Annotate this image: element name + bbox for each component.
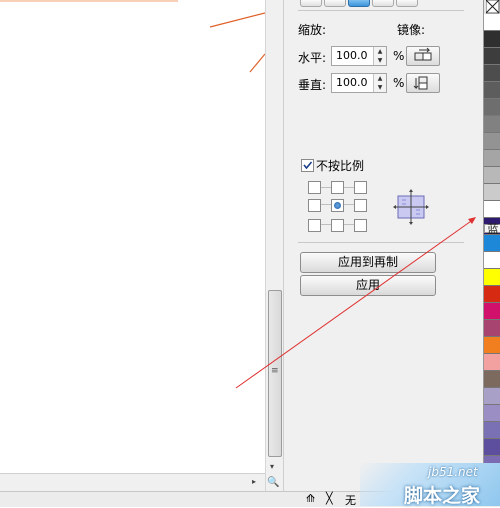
close-x-icon[interactable]: ╳: [326, 492, 333, 505]
anchor-selected-icon: [334, 202, 341, 209]
anchor-middle-left[interactable]: [308, 199, 321, 212]
watermark-site: jb51.net: [428, 465, 478, 479]
palette-swatch[interactable]: [484, 388, 500, 405]
transform-mode-position-button[interactable]: [300, 0, 322, 7]
horizontal-spin-arrows-icon[interactable]: ▲ ▼: [373, 47, 386, 65]
palette-swatch[interactable]: [484, 269, 500, 286]
palette-swatch[interactable]: [484, 14, 500, 31]
palette-swatch[interactable]: [484, 184, 500, 201]
anchor-top-right[interactable]: [354, 181, 367, 194]
zoom-icon[interactable]: 🔍: [267, 477, 279, 488]
watermark-name: 脚本之家: [404, 485, 481, 507]
color-palette[interactable]: 蓝: [483, 0, 500, 491]
transform-mode-rotate-button[interactable]: [324, 0, 346, 7]
palette-tooltip: 蓝: [487, 222, 500, 236]
palette-swatch[interactable]: [484, 116, 500, 133]
anchor-bottom-right[interactable]: [354, 219, 367, 232]
palette-swatch[interactable]: [484, 422, 500, 439]
scale-preview-icon: [393, 189, 429, 225]
anchor-top-center[interactable]: [331, 181, 344, 194]
canvas-shape-line-2: [249, 53, 265, 73]
cursor-arrow-icon: ⟰: [306, 492, 316, 505]
top-separator: [298, 10, 464, 11]
transform-mode-skew-button[interactable]: [396, 0, 418, 7]
no-color-icon[interactable]: [486, 0, 500, 14]
buttons-separator: [298, 242, 464, 243]
palette-swatch[interactable]: [484, 65, 500, 82]
palette-swatch[interactable]: [484, 235, 500, 252]
palette-swatch[interactable]: [484, 303, 500, 320]
palette-swatch[interactable]: [484, 252, 500, 269]
palette-swatch[interactable]: [484, 286, 500, 303]
vertical-spin-arrows-icon[interactable]: ▲ ▼: [373, 74, 386, 92]
palette-swatch[interactable]: [484, 31, 500, 48]
anchor-top-left[interactable]: [308, 181, 321, 194]
mirror-label: 镜像:: [397, 23, 426, 37]
watermark: jb51.net 脚本之家: [360, 463, 500, 507]
palette-swatch[interactable]: [484, 320, 500, 337]
palette-swatch[interactable]: [484, 82, 500, 99]
vertical-label: 垂直:: [298, 78, 327, 92]
canvas-shape-line-1: [209, 12, 265, 28]
checkmark-icon: [303, 161, 313, 170]
scroll-down-arrow-icon[interactable]: ▾: [270, 462, 274, 471]
vertical-percent: %: [393, 76, 405, 90]
palette-swatch[interactable]: [484, 167, 500, 184]
vertical-scrollbar[interactable]: ≡ ▾ 🔍: [265, 0, 284, 491]
palette-swatch[interactable]: [484, 337, 500, 354]
horizontal-label: 水平:: [298, 51, 327, 65]
nonproportional-label: 不按比例: [316, 159, 365, 173]
anchor-middle-right[interactable]: [354, 199, 367, 212]
drawing-canvas[interactable]: [0, 0, 265, 473]
palette-swatch[interactable]: [484, 439, 500, 456]
apply-button[interactable]: 应用: [300, 275, 436, 296]
mirror-horizontal-icon: [414, 47, 432, 61]
transform-mode-scale-button[interactable]: [348, 0, 370, 7]
palette-swatch[interactable]: [484, 133, 500, 150]
scroll-grip-icon: ≡: [271, 366, 279, 376]
palette-swatch[interactable]: [484, 150, 500, 167]
vertical-scroll-thumb[interactable]: ≡: [268, 290, 282, 457]
mirror-horizontal-button[interactable]: [406, 46, 440, 66]
transform-docker-panel: 缩放: 镜像: 水平: 100.0 ▲ ▼ % 垂直: 100.0 ▲ ▼ % 不按…: [283, 0, 484, 491]
palette-swatch[interactable]: [484, 371, 500, 388]
mirror-vertical-icon: [413, 76, 428, 90]
horizontal-scale-value: 100.0: [336, 49, 368, 62]
palette-swatch[interactable]: [484, 354, 500, 371]
mirror-vertical-button[interactable]: [406, 73, 440, 93]
vertical-scale-input[interactable]: 100.0 ▲ ▼: [331, 73, 387, 93]
horizontal-percent: %: [393, 49, 405, 63]
vertical-scale-value: 100.0: [336, 76, 368, 89]
transform-mode-size-button[interactable]: [372, 0, 394, 7]
apply-to-duplicate-button[interactable]: 应用到再制: [300, 252, 436, 273]
horizontal-scale-input[interactable]: 100.0 ▲ ▼: [331, 46, 387, 66]
palette-swatch[interactable]: [484, 201, 500, 218]
anchor-bottom-left[interactable]: [308, 219, 321, 232]
scale-label: 缩放:: [298, 23, 327, 37]
anchor-bottom-center[interactable]: [331, 219, 344, 232]
scroll-right-arrow-icon[interactable]: ▸: [252, 477, 256, 486]
anchor-center[interactable]: [331, 199, 344, 212]
palette-swatch[interactable]: [484, 48, 500, 65]
palette-swatch[interactable]: [484, 405, 500, 422]
horizontal-scrollbar[interactable]: ▸: [0, 473, 265, 492]
nonproportional-checkbox[interactable]: [301, 159, 314, 172]
palette-swatch[interactable]: [484, 99, 500, 116]
